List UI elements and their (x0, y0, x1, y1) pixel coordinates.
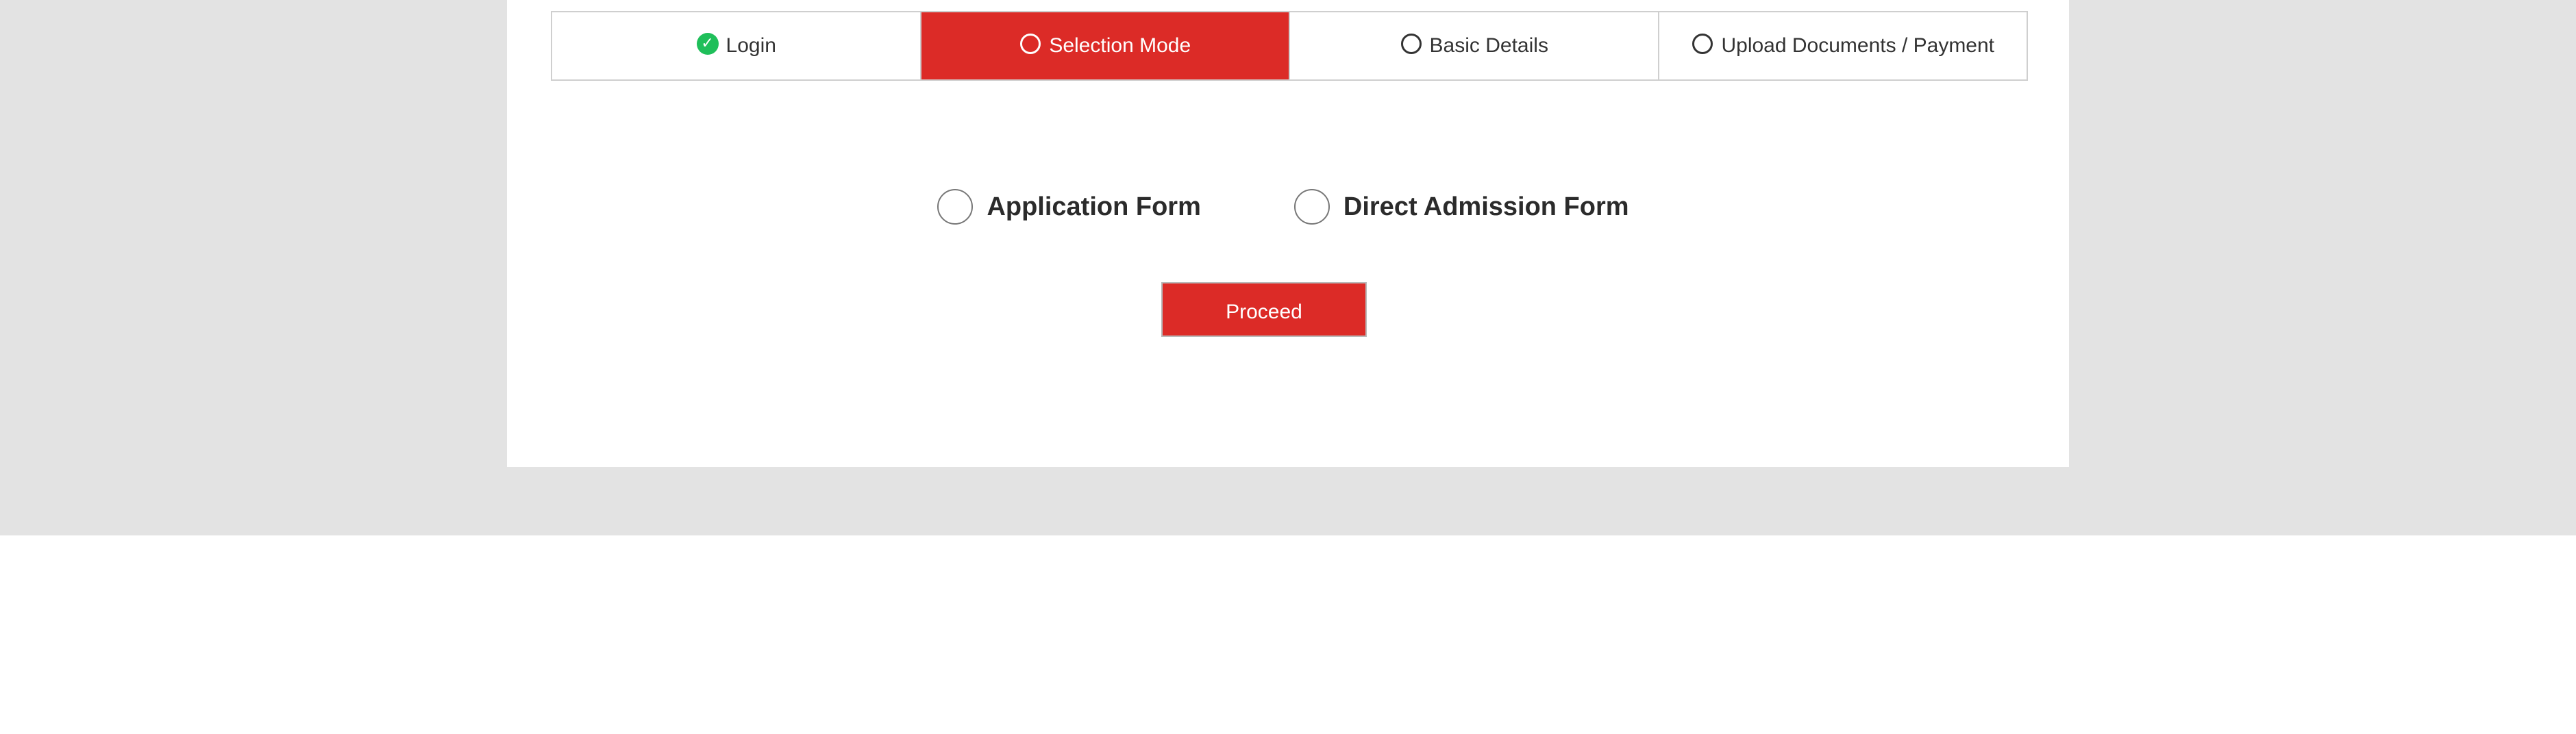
option-label: Direct Admission Form (1343, 192, 1629, 221)
application-form-radio[interactable] (937, 189, 974, 225)
step-upload-documents-payment[interactable]: Upload Documents / Payment (1659, 12, 2027, 79)
proceed-button[interactable]: Proceed (1161, 282, 1367, 337)
form-type-options: Application Form Direct Admission Form (507, 189, 2069, 225)
step-label: Login (726, 34, 776, 57)
step-basic-details[interactable]: Basic Details (1290, 12, 1659, 79)
progress-stepper: ✓ Login Selection Mode Basic Details Upl… (551, 11, 2028, 81)
option-application-form[interactable]: Application Form (937, 189, 1201, 225)
step-label: Selection Mode (1049, 34, 1191, 57)
direct-admission-form-radio[interactable] (1293, 189, 1330, 225)
circle-outline-icon (1400, 32, 1423, 55)
main-card: ✓ Login Selection Mode Basic Details Upl… (507, 0, 2069, 467)
circle-outline-icon (1691, 32, 1714, 55)
check-circle-icon: ✓ (696, 32, 719, 55)
step-label: Basic Details (1429, 34, 1548, 57)
step-label: Upload Documents / Payment (1721, 34, 1995, 57)
circle-outline-icon (1019, 32, 1042, 55)
step-login[interactable]: ✓ Login (552, 12, 921, 79)
step-selection-mode[interactable]: Selection Mode (921, 12, 1290, 79)
option-label: Application Form (987, 192, 1201, 221)
option-direct-admission-form[interactable]: Direct Admission Form (1293, 189, 1629, 225)
